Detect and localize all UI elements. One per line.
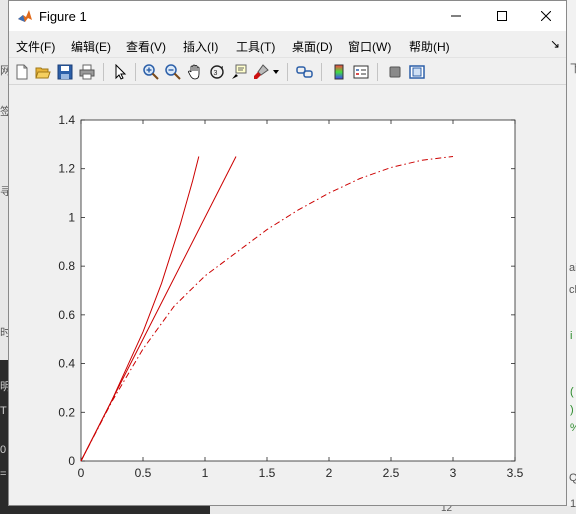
bg-text: 0 [0,444,7,456]
print-icon[interactable] [77,62,97,82]
bg-text: ( [570,386,574,398]
title-bar[interactable]: Figure 1 [9,1,566,31]
x-tick-label: 3.5 [507,466,524,480]
menu-tools[interactable]: 工具(T) [236,38,275,55]
close-button[interactable] [523,1,569,31]
open-icon[interactable] [33,62,53,82]
y-tick-label: 1.4 [58,113,75,127]
close-icon [541,11,551,21]
figure-window: Figure 1 文件(F) 编辑(E) 查看(V) 插入(I) 工具(T) 桌… [8,0,567,506]
select-pointer-icon[interactable] [110,62,130,82]
toolbar-separator [287,63,288,81]
x-tick-label: 2 [326,466,333,480]
x-tick-label: 2.5 [383,466,400,480]
maximize-icon [497,11,507,21]
background-editor-bottom [0,506,210,514]
svg-text:3: 3 [214,70,218,77]
bg-text: Q [569,472,576,484]
bg-text: T [0,405,7,417]
minimize-button[interactable] [433,1,479,31]
y-tick-label: 0.2 [58,405,75,419]
menu-bar: 文件(F) 编辑(E) 查看(V) 插入(I) 工具(T) 桌面(D) 窗口(W… [9,31,566,57]
rotate-3d-icon[interactable]: 3 [207,62,227,82]
window-title: Figure 1 [39,9,87,24]
toolbar-separator [135,63,136,81]
x-tick-label: 0 [78,466,85,480]
bg-text: ) [570,404,574,416]
y-tick-label: 0.8 [58,259,75,273]
y-tick-label: 1.2 [58,162,75,176]
menu-desktop[interactable]: 桌面(D) [292,38,333,55]
menu-dock-arrow-icon[interactable]: ↘ [550,37,560,51]
menu-insert[interactable]: 插入(I) [183,38,218,55]
data-cursor-icon[interactable] [229,62,249,82]
zoom-out-icon[interactable] [163,62,183,82]
bg-text: ch [569,284,576,296]
x-tick-label: 0.5 [135,466,152,480]
colorbar-icon[interactable] [329,62,349,82]
menu-view[interactable]: 查看(V) [126,38,166,55]
bg-text: 1 [570,498,576,510]
x-tick-label: 1.5 [259,466,276,480]
matlab-logo-icon [17,8,33,24]
link-plot-icon[interactable] [295,62,315,82]
bg-text: % [570,422,576,434]
bg-text: i [570,330,573,342]
save-icon[interactable] [55,62,75,82]
toolbar-separator [103,63,104,81]
toolbar-separator [377,63,378,81]
bg-text: 下 [570,63,576,75]
bg-text: ai [569,262,576,274]
axes-box [80,119,516,462]
show-plot-tools-icon[interactable] [407,62,427,82]
zoom-in-icon[interactable] [141,62,161,82]
x-tick-label: 1 [202,466,209,480]
menu-edit[interactable]: 编辑(E) [71,38,111,55]
y-tick-label: 0.6 [58,308,75,322]
pan-hand-icon[interactable] [185,62,205,82]
hide-plot-tools-icon[interactable] [385,62,405,82]
menu-help[interactable]: 帮助(H) [409,38,450,55]
y-tick-label: 0 [68,454,75,468]
figure-toolbar: 3 [9,57,566,85]
menu-window[interactable]: 窗口(W) [348,38,391,55]
menu-file[interactable]: 文件(F) [16,38,55,55]
minimize-icon [451,15,461,17]
brush-dropdown-icon[interactable] [271,62,281,82]
brush-icon[interactable] [251,62,271,82]
toolbar-separator [321,63,322,81]
plot-area: 0 0.5 1 1.5 2 2.5 3 3.5 0 0.2 0.4 0.6 0.8 1 1.2 1.4 [9,85,566,505]
bg-text: = [0,468,7,480]
maximize-button[interactable] [479,1,525,31]
new-figure-icon[interactable] [12,62,32,82]
line-chart[interactable]: 0 0.5 1 1.5 2 2.5 3 3.5 0 0.2 0.4 0.6 0.8 1 1.2 1.4 [9,85,566,505]
legend-icon[interactable] [351,62,371,82]
y-tick-label: 1 [68,210,75,224]
y-tick-label: 0.4 [58,357,75,371]
x-tick-label: 3 [450,466,457,480]
background-window-right [566,0,576,514]
